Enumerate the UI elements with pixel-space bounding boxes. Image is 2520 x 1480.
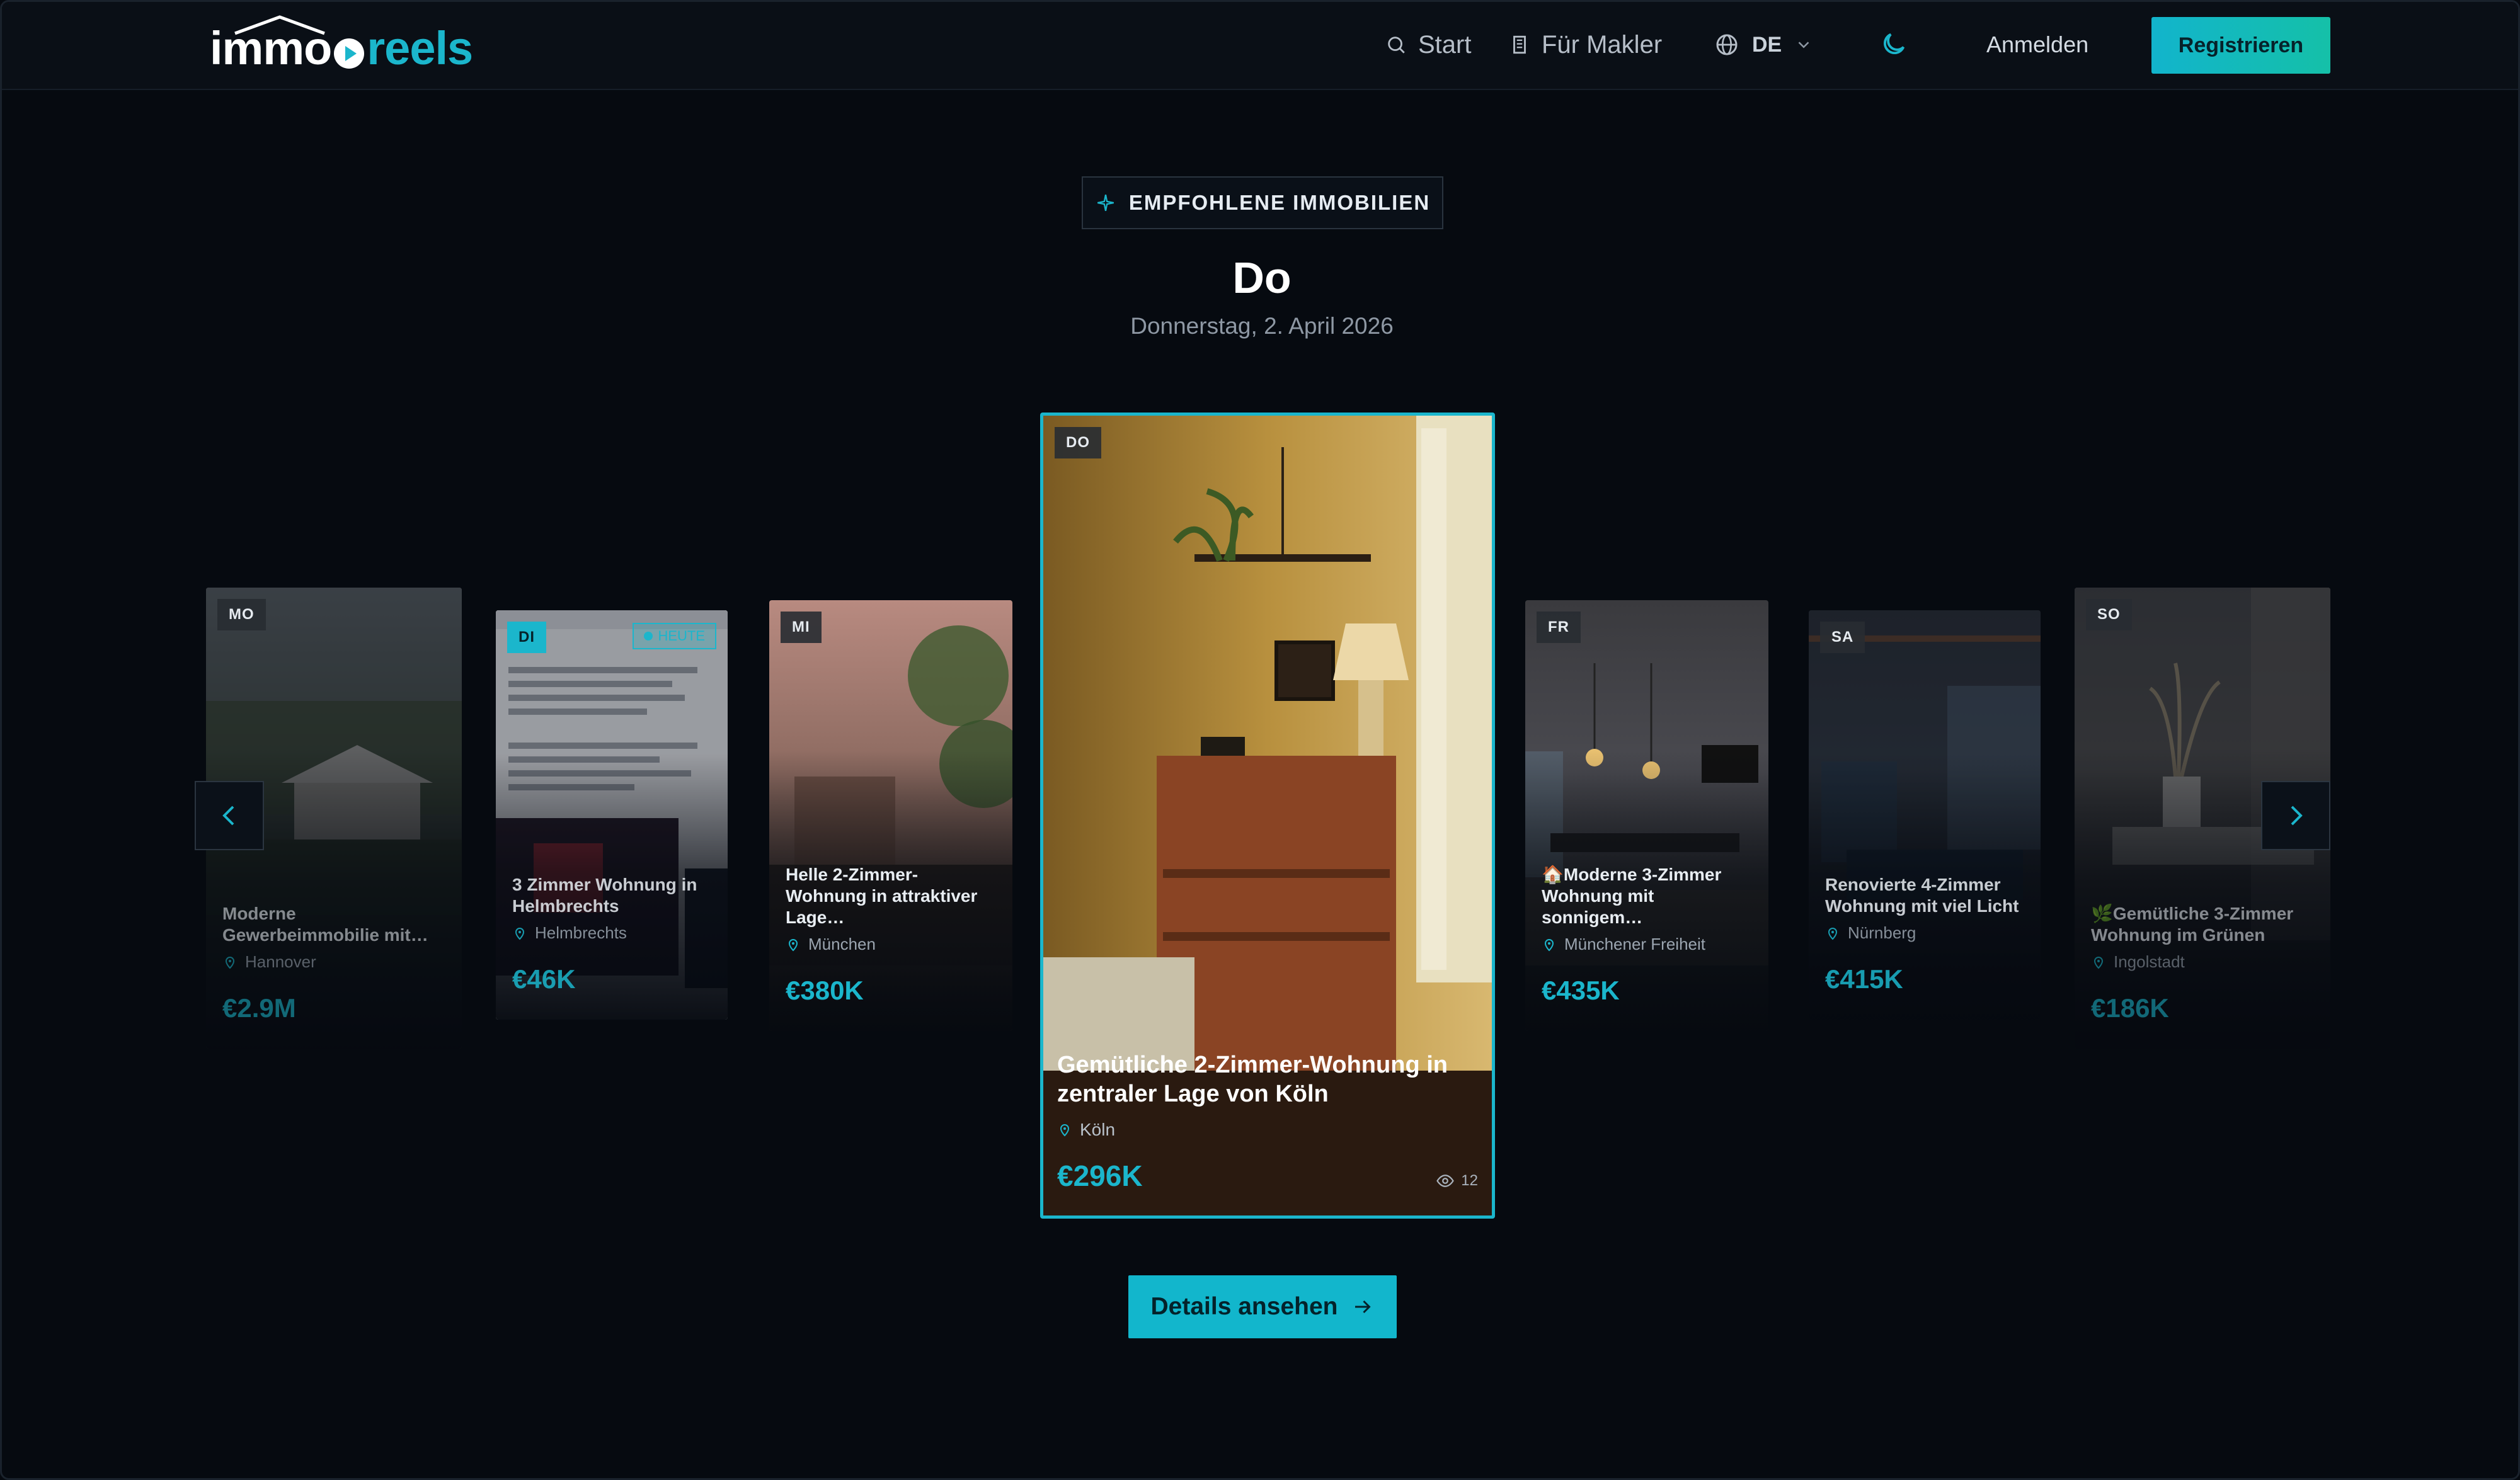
card-location-label: Münchener Freiheit — [1564, 935, 1705, 953]
roof-icon — [234, 15, 325, 35]
map-pin-icon — [225, 956, 235, 969]
top-navbar: immo reels Start Für Makler DE Anmelden … — [2, 2, 2518, 90]
play-icon — [334, 38, 365, 69]
details-button-label: Details ansehen — [1150, 1293, 1338, 1320]
carousel-next-button[interactable] — [2261, 781, 2330, 850]
card-price: €296K — [1057, 1159, 1143, 1192]
nav-link-fuer-makler[interactable]: Für Makler — [1509, 27, 1662, 62]
card-location: Köln — [1057, 1120, 1478, 1140]
language-select[interactable]: DE — [1714, 27, 1813, 62]
card-title: Gemütliche 2-Zimmer-Wohnung in zentraler… — [1057, 1052, 1448, 1107]
card-price: €380K — [786, 976, 864, 1005]
card-info: Renovierte 4-Zimmer Wohnung mit viel Lic… — [1825, 874, 2025, 994]
card-info: Gemütliche 2-Zimmer-Wohnung in zentraler… — [1057, 1050, 1478, 1193]
card-location-label: Ingolstadt — [2114, 952, 2185, 971]
card-day-tag: MO — [217, 599, 266, 630]
card-location-label: Helmbrechts — [535, 923, 627, 942]
details-button[interactable]: Details ansehen — [1128, 1275, 1397, 1338]
sparkle-icon — [1097, 195, 1114, 211]
map-pin-icon — [515, 927, 525, 940]
card-location: Hannover — [222, 952, 447, 972]
card-price: €415K — [1825, 964, 1903, 994]
immoreels-logo[interactable]: immo reels — [210, 15, 473, 75]
card-price: €435K — [1542, 976, 1620, 1005]
card-title: 3 Zimmer Wohnung in Helmbrechts — [512, 875, 697, 916]
card-day-tag: SO — [2086, 599, 2132, 630]
logo-word-reels: reels — [367, 22, 473, 74]
card-day-tag: DI — [507, 622, 546, 653]
nav-link-start[interactable]: Start — [1385, 27, 1471, 62]
card-day-tag: SA — [1820, 622, 1865, 653]
nav-link-fuer-makler-label: Für Makler — [1542, 30, 1663, 59]
card-title: 🏠Moderne 3-Zimmer Wohnung mit sonnigem… — [1542, 865, 1722, 927]
eye-icon — [1436, 1175, 1455, 1187]
card-day-tag: DO — [1055, 427, 1101, 458]
map-pin-icon — [2093, 956, 2104, 969]
map-pin-icon — [1060, 1124, 1070, 1137]
building-icon — [1513, 35, 1526, 54]
featured-badge-label: EMPFOHLENE IMMOBILIEN — [1128, 191, 1431, 214]
card-title: Moderne Gewerbeimmobilie mit… — [222, 904, 428, 945]
carousel-prev-button[interactable] — [195, 781, 264, 850]
chevron-right-icon — [2291, 805, 2303, 826]
card-location-label: Nürnberg — [1848, 923, 1916, 942]
card-price: €186K — [2091, 993, 2169, 1023]
card-day-tag: MI — [781, 612, 822, 643]
view-count: 12 — [1436, 1171, 1478, 1190]
today-badge: HEUTE — [633, 623, 716, 649]
arrow-right-icon — [1355, 1300, 1372, 1314]
chevron-left-icon — [222, 805, 234, 826]
property-card-di[interactable]: DI HEUTE 3 Zimmer Wohnung in Helmbrechts… — [496, 610, 728, 1020]
globe-icon — [1716, 34, 1738, 55]
card-info: 🌿Gemütliche 3-Zimmer Wohnung im Grünen I… — [2091, 903, 2315, 1023]
card-price: €2.9M — [222, 993, 296, 1023]
card-title: Renovierte 4-Zimmer Wohnung mit viel Lic… — [1825, 875, 2019, 916]
card-location: Ingolstadt — [2091, 952, 2315, 972]
property-card-do-selected[interactable]: DO Gemütliche 2-Zimmer-Wohnung in zentra… — [1040, 413, 1495, 1219]
today-dot-icon — [644, 632, 653, 640]
featured-badge: EMPFOHLENE IMMOBILIEN — [1082, 176, 1443, 229]
language-value: DE — [1752, 32, 1782, 57]
card-location-label: München — [808, 935, 876, 953]
view-count-value: 12 — [1461, 1172, 1478, 1189]
card-info: Moderne Gewerbeimmobilie mit… Hannover €… — [222, 903, 447, 1023]
selected-day-date: Donnerstag, 2. April 2026 — [1130, 313, 1394, 339]
nav-link-start-label: Start — [1418, 30, 1472, 59]
selected-day-title: Do — [1232, 253, 1292, 302]
app-window: immo reels Start Für Makler DE Anmelden … — [0, 0, 2520, 1480]
chevron-down-icon — [1798, 42, 1809, 48]
property-card-fr[interactable]: FR 🏠Moderne 3-Zimmer Wohnung mit sonnige… — [1525, 600, 1768, 1031]
card-location-label: Köln — [1080, 1120, 1116, 1139]
card-price: €46K — [512, 964, 576, 994]
map-pin-icon — [788, 938, 798, 951]
card-title: 🌿Gemütliche 3-Zimmer Wohnung im Grünen — [2091, 904, 2294, 945]
card-location: München — [786, 935, 997, 954]
card-info: 🏠Moderne 3-Zimmer Wohnung mit sonnigem… … — [1542, 864, 1753, 1006]
moon-icon[interactable] — [1879, 30, 1908, 59]
card-location: Helmbrechts — [512, 923, 713, 943]
map-pin-icon — [1828, 927, 1838, 940]
card-location-label: Hannover — [245, 952, 316, 971]
card-title: Helle 2-Zimmer-Wohnung in attraktiver La… — [786, 865, 978, 927]
property-card-mi[interactable]: MI Helle 2-Zimmer-Wohnung in attraktiver… — [769, 600, 1012, 1031]
card-location: Münchener Freiheit — [1542, 935, 1753, 954]
register-button[interactable]: Registrieren — [2151, 17, 2330, 74]
today-badge-label: HEUTE — [658, 628, 705, 644]
login-link[interactable]: Anmelden — [1986, 30, 2088, 60]
card-info: 3 Zimmer Wohnung in Helmbrechts Helmbrec… — [512, 874, 713, 994]
search-icon — [1388, 37, 1405, 54]
map-pin-icon — [1544, 938, 1554, 951]
property-card-sa[interactable]: SA Renovierte 4-Zimmer Wohnung mit viel … — [1809, 610, 2041, 1020]
card-location: Nürnberg — [1825, 923, 2025, 943]
card-info: Helle 2-Zimmer-Wohnung in attraktiver La… — [786, 864, 997, 1006]
card-day-tag: FR — [1537, 612, 1581, 643]
